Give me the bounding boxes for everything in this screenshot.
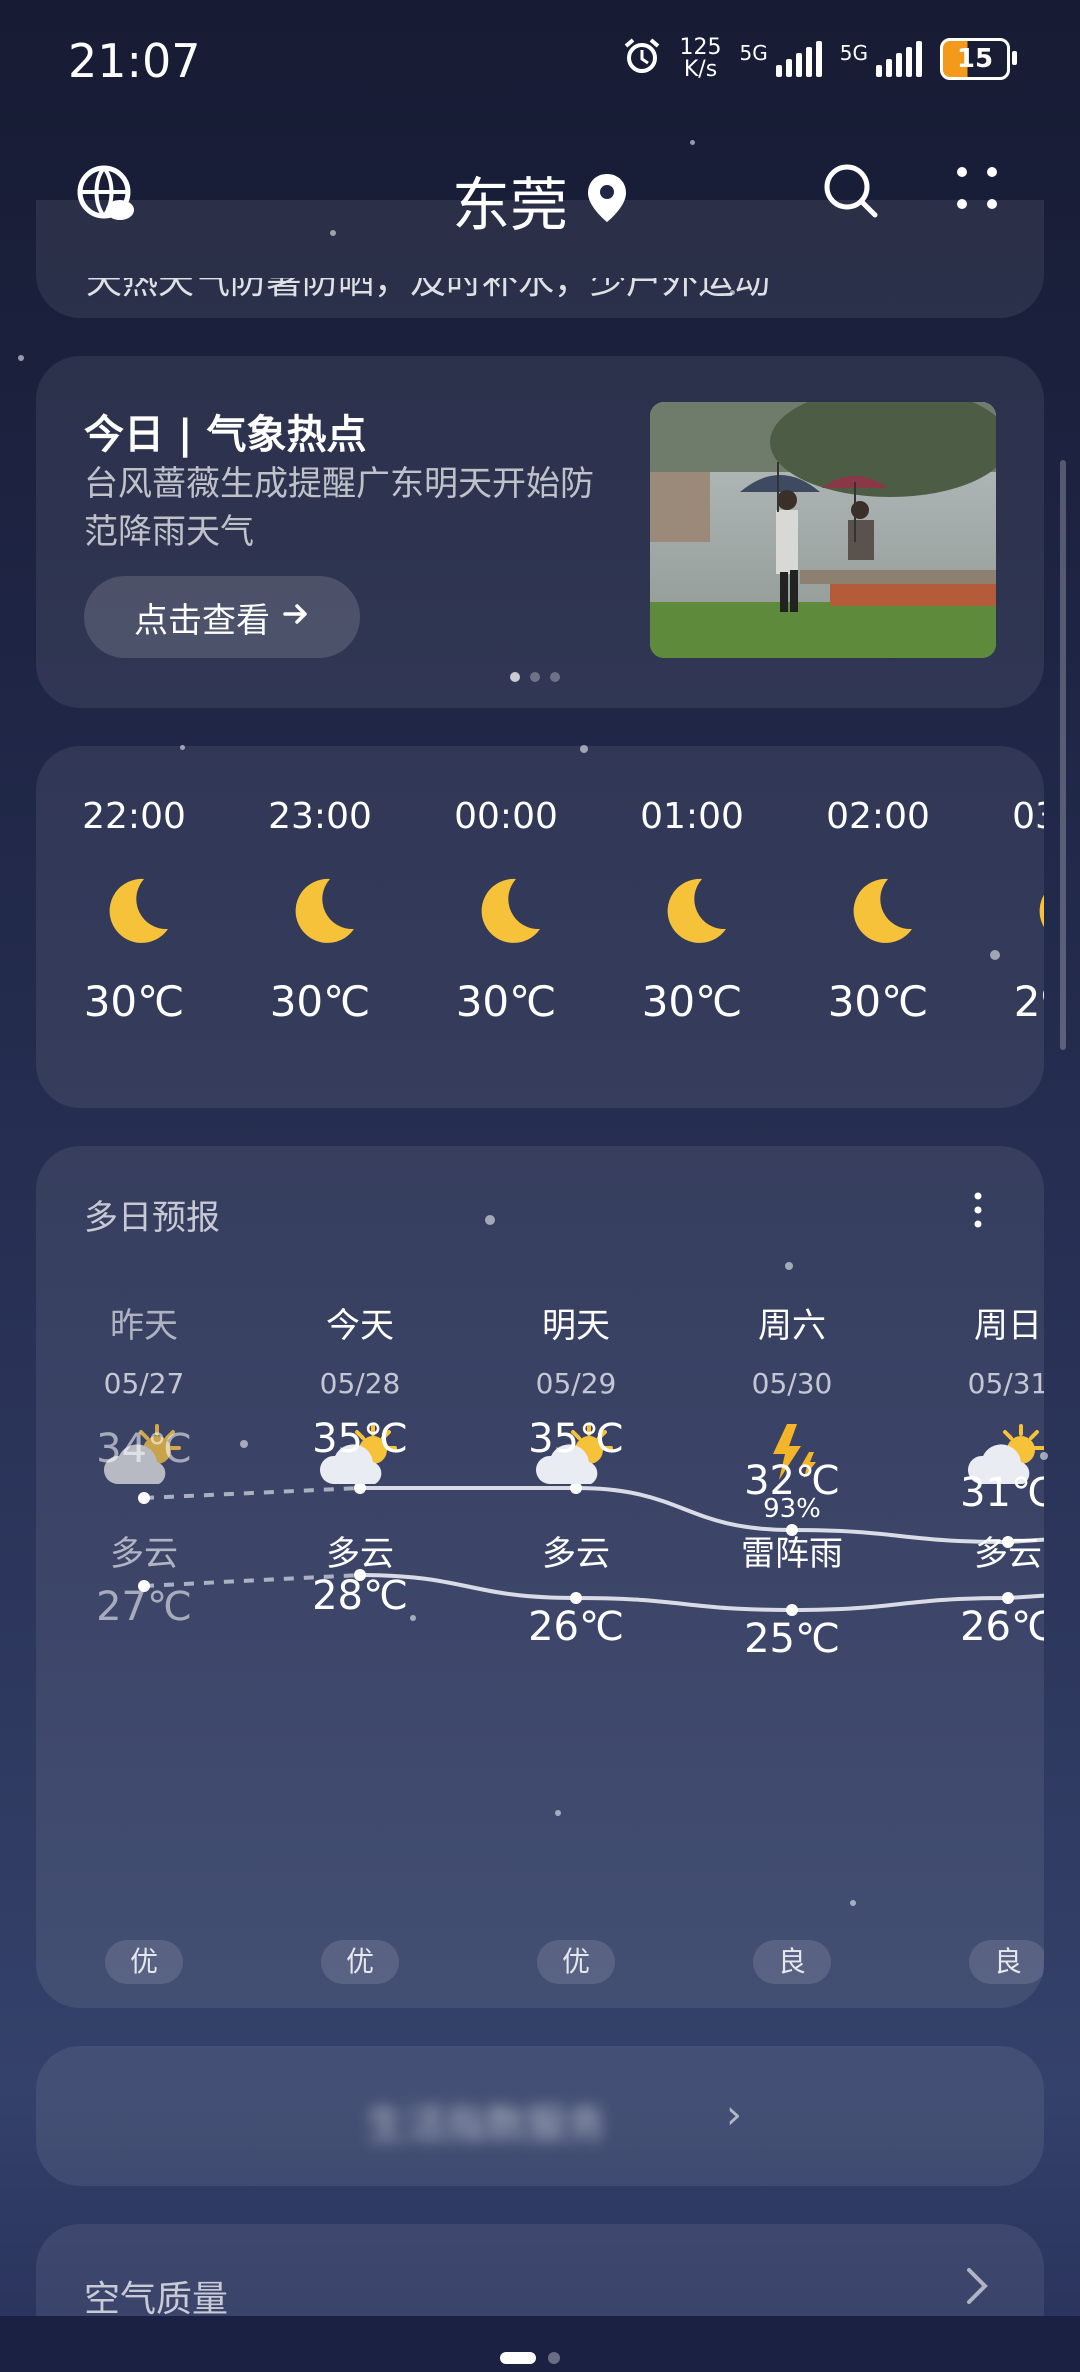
low-temperature: 27℃ — [96, 1584, 192, 1630]
hour-time: 00:00 — [454, 796, 558, 837]
day-date: 05/30 — [751, 1367, 833, 1400]
battery-icon: 15 — [940, 38, 1017, 80]
aqi-badge: 优 — [321, 1940, 399, 1984]
hour-time: 02:00 — [826, 796, 930, 837]
hour-time: 23:00 — [268, 796, 372, 837]
view-details-label: 点击查看 — [134, 600, 270, 641]
hour-temperature: 30℃ — [455, 977, 557, 1026]
low-temperature: 26℃ — [960, 1604, 1044, 1650]
network-speed-unit: K/s — [683, 57, 718, 82]
chevron-right-icon: › — [726, 2092, 742, 2138]
air-quality-title: 空气质量 — [84, 2279, 229, 2320]
day-name: 今天 — [326, 1306, 394, 1346]
day-name: 昨天 — [110, 1306, 178, 1346]
day-date: 05/31 — [967, 1367, 1044, 1400]
high-temperature: 35℃ — [312, 1416, 408, 1462]
high-temperature: 35℃ — [528, 1416, 624, 1462]
low_value-point — [1002, 1592, 1014, 1604]
day-condition: 雷阵雨 — [741, 1534, 843, 1574]
high-temperature: 31℃ — [960, 1470, 1044, 1516]
status-time: 21:07 — [68, 34, 201, 88]
day-condition: 多云 — [110, 1534, 178, 1574]
low_value-point — [570, 1592, 582, 1604]
hour-temperature: 30℃ — [83, 977, 185, 1026]
moon-icon — [1024, 871, 1044, 951]
signal-icon: 5G — [840, 41, 922, 77]
day-name: 明天 — [542, 1306, 610, 1346]
chevron-right-icon — [964, 2266, 990, 2310]
sim2-label: 5G — [839, 41, 868, 65]
low-temperature: 26℃ — [528, 1604, 624, 1650]
day-name: 周日 — [974, 1306, 1042, 1346]
page-indicator — [500, 2352, 560, 2364]
hour-time: 03:00 — [1012, 796, 1044, 837]
moon-icon — [838, 871, 918, 951]
sim1-label: 5G — [739, 41, 768, 65]
hourly-forecast-card[interactable]: 22:00 30℃ 23:00 30℃ 00:00 30℃ 01:00 30℃ 02:0… — [36, 746, 1044, 1108]
hour-time: 01:00 — [640, 796, 744, 837]
hourly-item: 01:00 30℃ — [622, 796, 762, 1026]
tip-card: 天热天气防暑防晒，及时补水，少户外运动 — [36, 200, 1044, 318]
view-details-button[interactable]: 点击查看 — [84, 576, 360, 658]
hour-time: 22:00 — [82, 796, 186, 837]
hot-topic-description: 台风蔷薇生成提醒广东明天开始防范降雨天气 — [84, 464, 594, 552]
aqi-badge: 优 — [105, 1940, 183, 1984]
network-speed: 125 K/s — [680, 37, 722, 81]
day-condition: 多云 — [974, 1534, 1042, 1574]
aqi-badge: 良 — [969, 1940, 1044, 1984]
hourly-item: 02:00 30℃ — [808, 796, 948, 1026]
battery-level: 15 — [956, 44, 994, 74]
signal-icon: 5G — [740, 41, 822, 77]
day-date: 05/27 — [103, 1367, 185, 1400]
alarm-icon — [622, 36, 662, 82]
moon-icon — [280, 871, 360, 951]
day-date: 05/29 — [535, 1367, 617, 1400]
carousel-indicator — [510, 672, 560, 682]
day-date: 05/28 — [319, 1367, 401, 1400]
life-index-card[interactable]: 生活指数服务 › — [36, 2046, 1044, 2186]
hourly-item: 23:00 30℃ — [250, 796, 390, 1026]
daily-item[interactable]: 周日 05/31 — [938, 1298, 1044, 1494]
low-temperature: 25℃ — [744, 1616, 840, 1662]
high-temperature: 32℃ — [744, 1458, 840, 1504]
hourly-item: 00:00 30℃ — [436, 796, 576, 1026]
weather-hot-topic-card[interactable]: 今日 | 气象热点 台风蔷薇生成提醒广东明天开始防范降雨天气 点击查看 — [36, 356, 1044, 708]
network-speed-value: 125 — [679, 35, 722, 60]
daily-item[interactable]: 今天 05/28 — [290, 1298, 430, 1494]
status-bar: 21:07 125 K/s 5G 5G 15 — [0, 0, 1080, 120]
hourly-item: 22:00 30℃ — [64, 796, 204, 1026]
aqi-badge: 良 — [753, 1940, 831, 1984]
hour-temperature: 30℃ — [827, 977, 929, 1026]
day-condition: 多云 — [542, 1534, 610, 1574]
life-index-text: 生活指数服务 — [366, 2102, 606, 2148]
daily-item[interactable]: 明天 05/29 — [506, 1298, 646, 1494]
hour-temperature: 30℃ — [269, 977, 371, 1026]
hot-topic-title: 今日 | 气象热点 — [84, 412, 367, 458]
tip-text: 天热天气防暑防晒，及时补水，少户外运动 — [86, 261, 771, 302]
moon-icon — [94, 871, 174, 951]
aqi-badge: 优 — [537, 1940, 615, 1984]
low_value-point — [786, 1604, 798, 1616]
hour-temperature: 30℃ — [641, 977, 743, 1026]
day-name: 周六 — [758, 1306, 826, 1346]
temperature-curves — [138, 1482, 1044, 1616]
scrollbar[interactable] — [1060, 460, 1066, 1050]
moon-icon — [466, 871, 546, 951]
arrow-right-icon — [282, 597, 310, 637]
day-condition: 多云 — [326, 1534, 394, 1574]
moon-icon — [652, 871, 732, 951]
rain-photo-image[interactable] — [650, 402, 996, 658]
multi-day-forecast-card[interactable]: 多日预报 昨天 05/27 多云 34℃ 27℃ 优今天 05/28 多云 35℃ 28℃… — [36, 1146, 1044, 2008]
hourly-item: 03:00 29℃ — [994, 796, 1044, 1026]
hour-temperature: 29℃ — [1013, 977, 1044, 1026]
low-temperature: 28℃ — [312, 1573, 408, 1619]
high-temperature: 34℃ — [96, 1426, 192, 1472]
